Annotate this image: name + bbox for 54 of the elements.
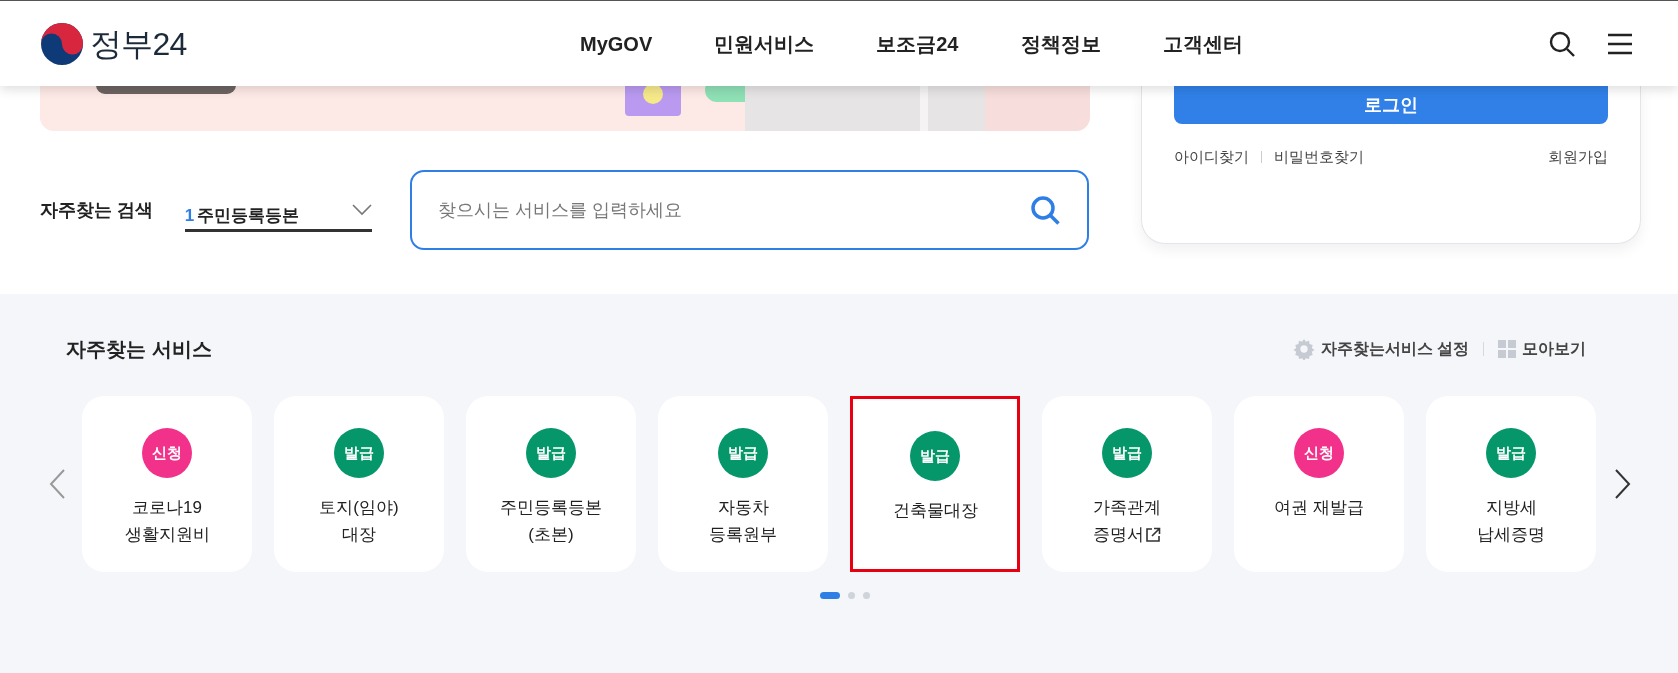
service-card[interactable]: 발급 자동차 등록원부 (658, 396, 828, 572)
service-name: 생활지원비 (124, 524, 210, 546)
chevron-down-icon (352, 203, 373, 216)
signup-link[interactable]: 회원가입 (1548, 146, 1608, 169)
nav-link[interactable]: MyGOV (580, 28, 653, 59)
service-card[interactable]: 발급 건축물대장 (850, 396, 1020, 572)
service-card[interactable]: 신청 코로나19 생활지원비 (82, 396, 252, 572)
nav-link[interactable]: 보조금24 (876, 28, 959, 59)
service-name: 지방세 (1485, 497, 1537, 519)
service-name: 자동차 (717, 497, 769, 519)
site-logo-text[interactable]: 정부24 (90, 19, 187, 68)
view-all-link[interactable]: 모아보기 (1522, 337, 1586, 361)
service-badge: 발급 (334, 428, 384, 478)
search-icon[interactable] (1548, 29, 1576, 58)
service-name: 가족관계 (1093, 497, 1161, 519)
chevron-right-icon[interactable] (1612, 468, 1632, 500)
taegeuk-logo-icon (40, 21, 84, 66)
service-badge: 발급 (910, 431, 960, 481)
frequent-search-term: 1 주민등록등본 (184, 204, 300, 227)
service-badge: 발급 (526, 428, 576, 478)
service-name: (초본) (528, 524, 574, 546)
service-name: 토지(임야) (319, 497, 399, 519)
service-badge: 신청 (142, 428, 192, 478)
frequent-search-dropdown[interactable]: 1 주민등록등본 (184, 188, 373, 232)
service-name: 주민등록등본 (500, 497, 602, 519)
service-name: 등록원부 (709, 524, 777, 546)
service-card[interactable]: 발급 주민등록등본 (초본) (466, 396, 636, 572)
service-card[interactable]: 발급 지방세 납세증명 (1426, 396, 1596, 572)
account-link[interactable]: 비밀번호찾기 (1274, 146, 1364, 169)
section-title: 자주찾는 서비스 (66, 337, 212, 362)
service-name: 대장 (342, 524, 376, 546)
search-input[interactable]: 찾으시는 서비스를 입력하세요 (438, 196, 1029, 224)
nav-link[interactable]: 정책정보 (1020, 28, 1101, 59)
search-field[interactable]: 찾으시는 서비스를 입력하세요 (410, 170, 1089, 250)
account-link[interactable]: 아이디찾기 (1174, 146, 1249, 169)
service-card[interactable]: 신청 여권 재발급 (1234, 396, 1404, 572)
service-card[interactable]: 발급 가족관계 증명서 (1042, 396, 1212, 572)
service-name: 코로나19 (132, 497, 202, 519)
service-name: 납세증명 (1477, 524, 1545, 546)
login-button[interactable]: 로그인 (1174, 86, 1608, 124)
menu-icon[interactable] (1606, 31, 1634, 56)
service-name: 여권 재발급 (1274, 497, 1364, 519)
service-card[interactable]: 발급 토지(임야) 대장 (274, 396, 444, 572)
service-settings-link[interactable]: 자주찾는서비스 설정 (1320, 337, 1469, 361)
nav-link[interactable]: 고객센터 (1162, 28, 1243, 59)
nav-link[interactable]: 민원서비스 (714, 28, 815, 59)
frequent-search-label: 자주찾는 검색 (40, 198, 154, 222)
service-badge: 발급 (1102, 428, 1152, 478)
service-badge: 신청 (1294, 428, 1344, 478)
service-name: 건축물대장 (892, 500, 978, 522)
chevron-left-icon[interactable] (48, 468, 68, 500)
service-name: 증명서 (1093, 524, 1144, 546)
service-badge: 발급 (1486, 428, 1536, 478)
service-badge: 발급 (718, 428, 768, 478)
